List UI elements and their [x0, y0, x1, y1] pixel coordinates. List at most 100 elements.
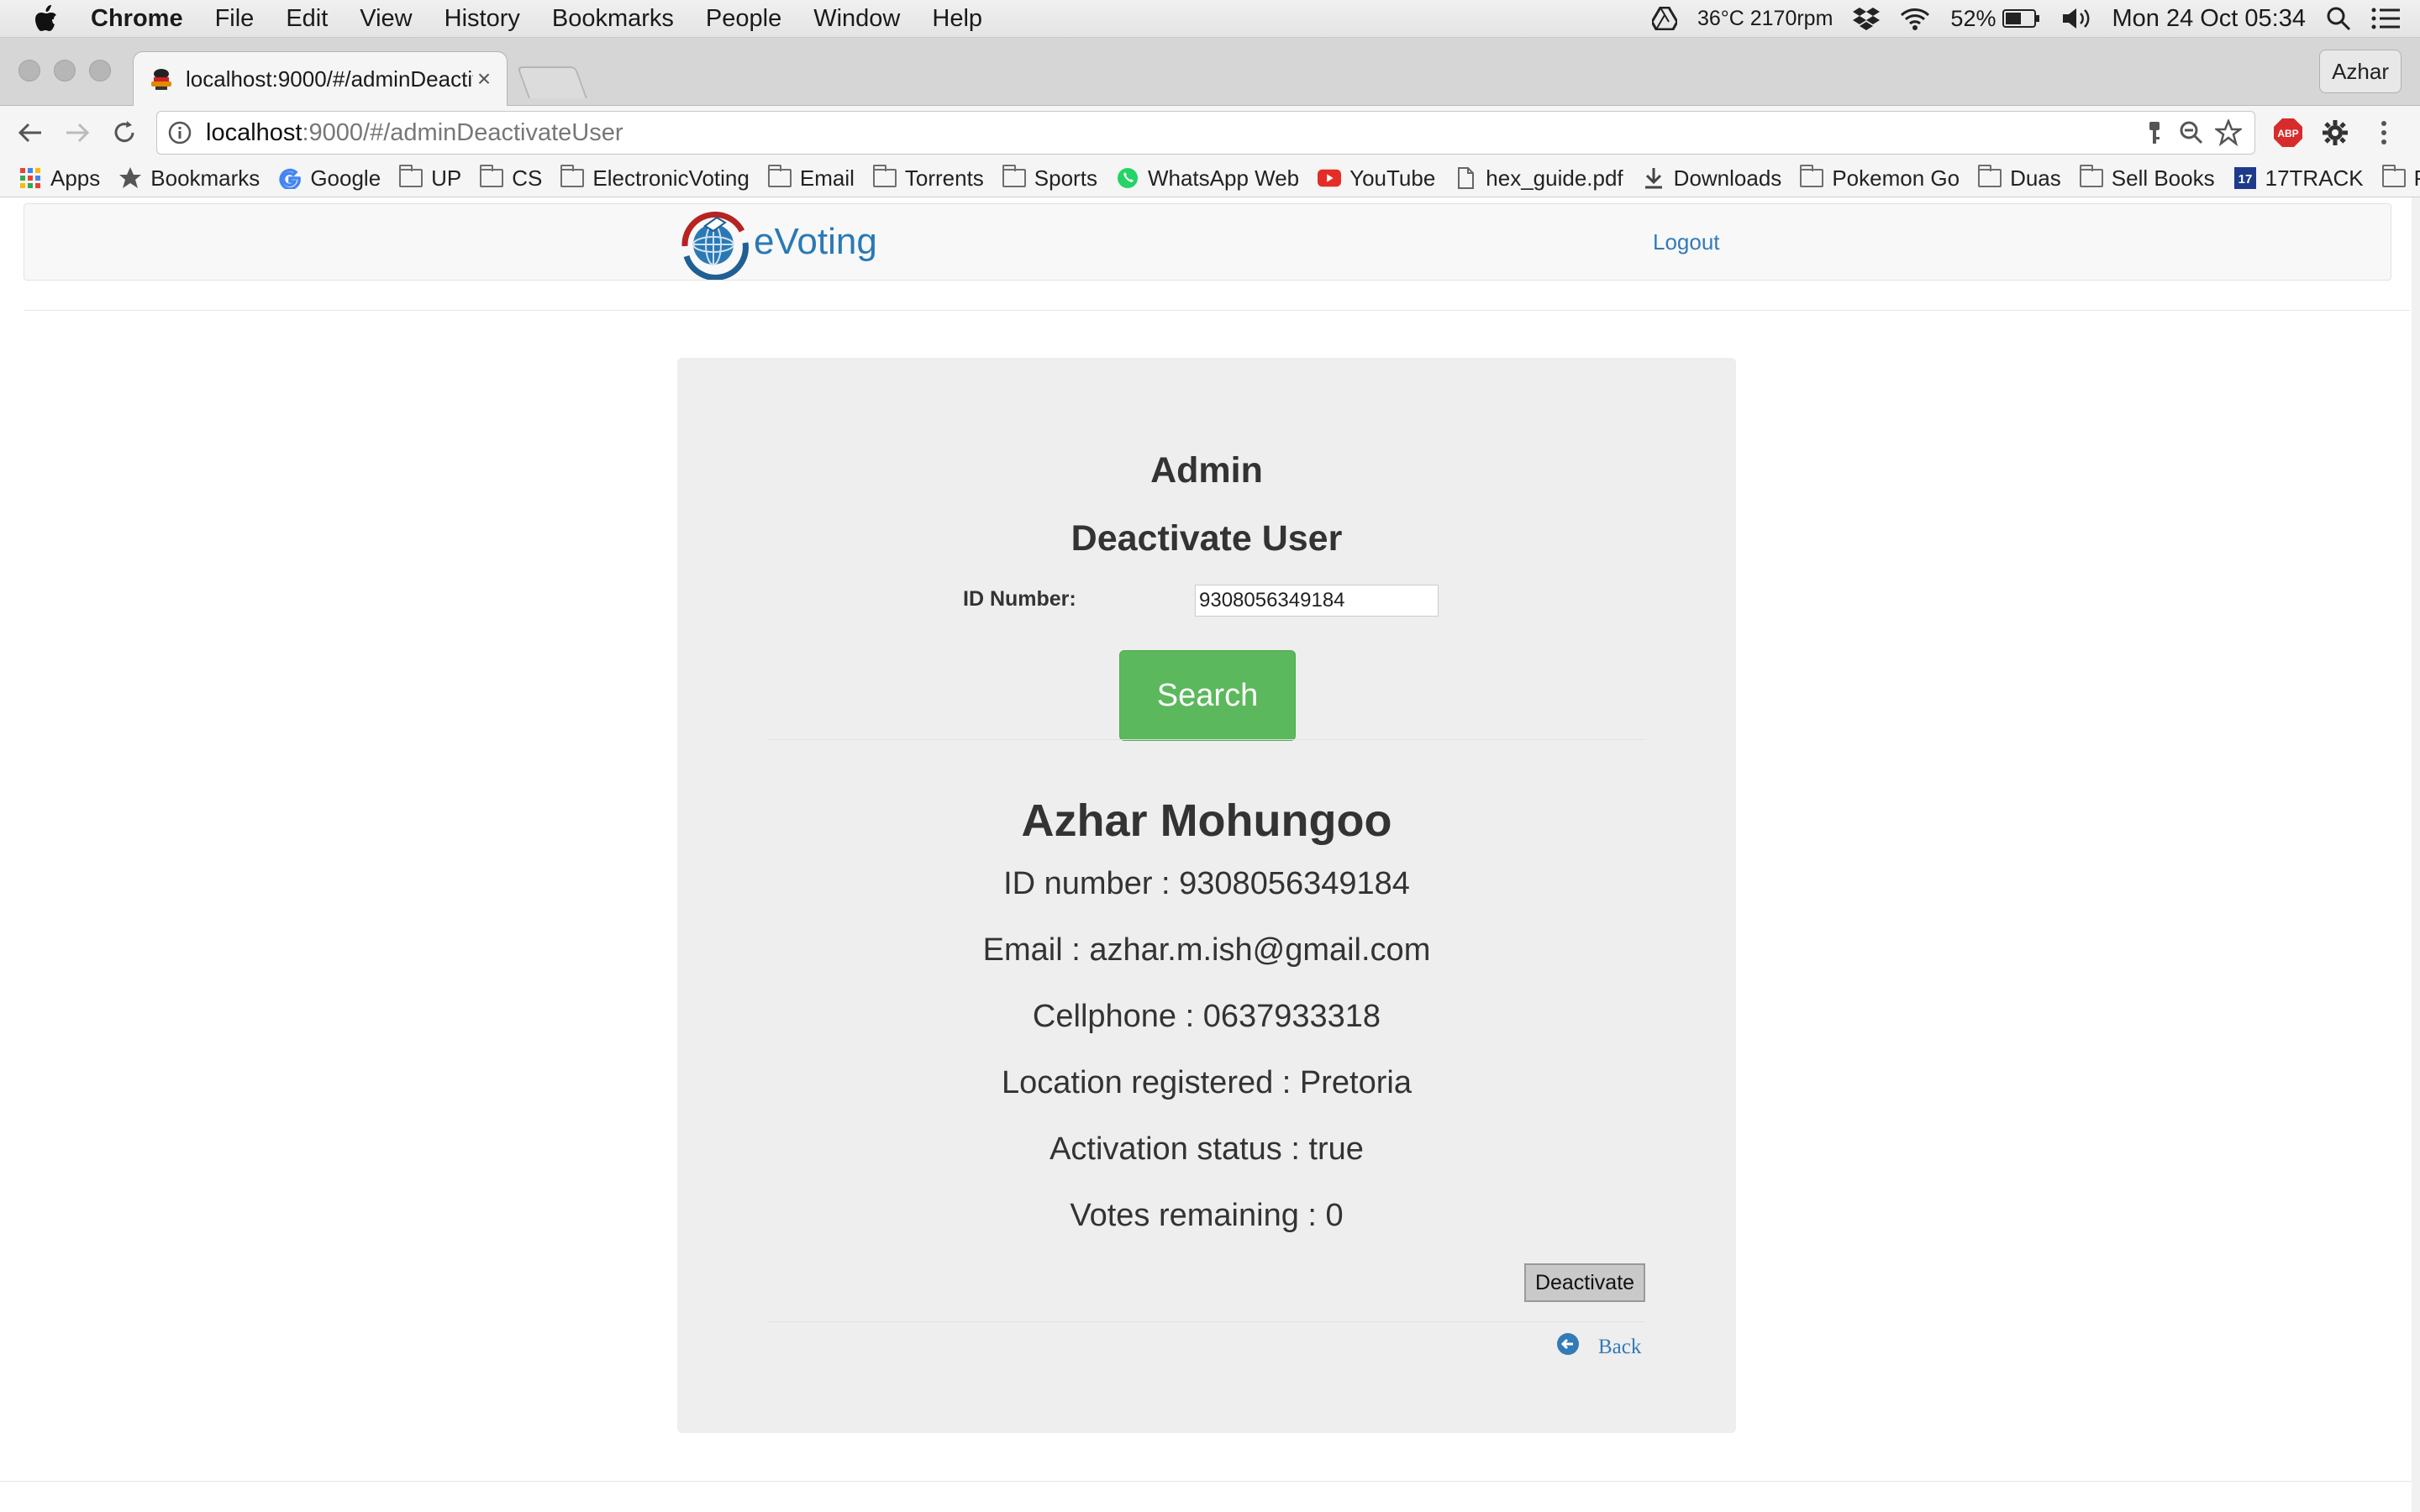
- divider: [768, 1321, 1645, 1322]
- bookmark-hex-guide-pdf[interactable]: hex_guide.pdf: [1454, 165, 1623, 192]
- bookmark-label: Pokemon Go: [1832, 165, 1960, 191]
- search-button[interactable]: Search: [1119, 650, 1296, 741]
- battery-percent[interactable]: 52%: [1950, 6, 1996, 32]
- minimize-window-button[interactable]: [54, 60, 76, 81]
- bookmark-folder-cs[interactable]: CS: [480, 165, 542, 192]
- menu-history[interactable]: History: [445, 5, 520, 33]
- bookmark-downloads[interactable]: Downloads: [1642, 165, 1781, 192]
- apple-icon[interactable]: [32, 3, 60, 34]
- menu-window[interactable]: Window: [813, 5, 900, 33]
- bookmark-folder-duas[interactable]: Duas: [1978, 165, 2061, 192]
- volume-icon[interactable]: [2061, 7, 2091, 30]
- user-id-number: ID number : 9308056349184: [1003, 866, 1410, 901]
- bookmark-apps[interactable]: Apps: [18, 165, 100, 192]
- bookmark-folder-sports[interactable]: Sports: [1002, 165, 1097, 192]
- menu-chrome[interactable]: Chrome: [91, 5, 183, 33]
- logout-link[interactable]: Logout: [1653, 229, 1720, 255]
- site-info-icon[interactable]: [167, 120, 192, 145]
- bookmark-star-icon[interactable]: [2214, 118, 2243, 147]
- menu-help[interactable]: Help: [932, 5, 982, 33]
- page-subtitle: Deactivate User: [1071, 518, 1343, 559]
- spotlight-search-icon[interactable]: [2326, 6, 2351, 31]
- evoting-logo[interactable]: eVoting: [675, 204, 877, 280]
- bookmark-17track[interactable]: 17 17TRACK: [2233, 165, 2364, 192]
- user-name: Azhar Mohungoo: [1021, 795, 1392, 846]
- bookmark-label: WhatsApp Web: [1147, 165, 1300, 191]
- bookmark-google[interactable]: Google: [278, 165, 381, 192]
- zoom-window-button[interactable]: [89, 60, 111, 81]
- bookmark-folder-electronicvoting[interactable]: ElectronicVoting: [560, 165, 750, 192]
- dropbox-icon[interactable]: [1853, 6, 1881, 31]
- bookmark-label: Apps: [50, 165, 101, 191]
- folder-icon: [2079, 165, 2103, 187]
- bookmark-label: YouTube: [1349, 165, 1436, 191]
- new-tab-button[interactable]: [517, 66, 587, 98]
- user-activation-status: Activation status : true: [1050, 1131, 1364, 1167]
- bookmark-youtube[interactable]: YouTube: [1318, 165, 1435, 192]
- deactivate-user-panel: Admin Deactivate User ID Number: Search …: [677, 358, 1736, 1433]
- tab-admin-deactivate-user[interactable]: localhost:9000/#/adminDeactivateUser ×: [133, 51, 508, 106]
- menu-view[interactable]: View: [360, 5, 412, 33]
- menu-file[interactable]: File: [215, 5, 255, 33]
- profile-button[interactable]: Azhar: [2319, 50, 2402, 93]
- 17track-icon: 17: [2233, 167, 2257, 189]
- id-number-label: ID Number:: [963, 587, 1076, 611]
- bookmark-label: Google: [310, 165, 381, 191]
- bookmark-folder-up[interactable]: UP: [399, 165, 461, 192]
- key-icon[interactable]: [2140, 118, 2169, 147]
- bookmark-folder-pi[interactable]: Pi: [2381, 165, 2420, 192]
- globe-ballot-icon: [681, 211, 749, 280]
- id-number-input[interactable]: [1195, 585, 1439, 617]
- back-circle-arrow-icon: [1557, 1333, 1579, 1355]
- bookmark-label: Bookmarks: [150, 165, 260, 191]
- bookmark-label: Duas: [2010, 165, 2061, 191]
- divider: [768, 739, 1645, 740]
- drive-icon[interactable]: [1651, 7, 1677, 30]
- user-votes-remaining: Votes remaining : 0: [1070, 1198, 1344, 1233]
- tab-strip: localhost:9000/#/adminDeactivateUser × A…: [0, 38, 2420, 106]
- close-window-button[interactable]: [18, 60, 40, 81]
- user-location: Location registered : Pretoria: [1002, 1065, 1412, 1100]
- bookmark-folder-pokemon-go[interactable]: Pokemon Go: [1800, 165, 1960, 192]
- tab-title: localhost:9000/#/adminDeactivateUser: [186, 66, 473, 92]
- back-link-label: Back: [1598, 1336, 1642, 1358]
- bookmark-bookmarks[interactable]: Bookmarks: [118, 165, 260, 192]
- temperature-fan-status[interactable]: 36°C 2170rpm: [1697, 7, 1833, 31]
- google-icon: [278, 167, 302, 189]
- zoom-icon[interactable]: [2177, 118, 2206, 147]
- back-arrow-icon[interactable]: [13, 116, 47, 150]
- svg-text:17: 17: [2238, 172, 2252, 186]
- tab-close-icon[interactable]: ×: [473, 66, 495, 92]
- reload-icon[interactable]: [108, 116, 141, 150]
- back-link[interactable]: Back: [1556, 1329, 1641, 1359]
- adblock-icon[interactable]: ABP: [2272, 117, 2304, 149]
- svg-text:ABP: ABP: [2277, 128, 2298, 139]
- bookmark-whatsapp-web[interactable]: WhatsApp Web: [1116, 165, 1299, 192]
- menu-edit[interactable]: Edit: [286, 5, 328, 33]
- wifi-icon[interactable]: [1900, 7, 1930, 30]
- page-scrollbar[interactable]: [2412, 197, 2420, 1512]
- notification-center-icon[interactable]: [2371, 7, 2400, 30]
- bookmark-label: CS: [512, 165, 543, 191]
- deactivate-button[interactable]: Deactivate: [1524, 1263, 1645, 1302]
- settings-gear-icon[interactable]: [2319, 117, 2351, 149]
- divider: [24, 310, 2410, 311]
- brand-text: eVoting: [754, 221, 877, 262]
- folder-icon: [480, 165, 504, 187]
- document-icon: [1454, 167, 1477, 189]
- macos-menubar: Chrome File Edit View History Bookmarks …: [0, 0, 2420, 38]
- bookmark-folder-email[interactable]: Email: [767, 165, 855, 192]
- menu-people[interactable]: People: [706, 5, 781, 33]
- menu-bookmarks[interactable]: Bookmarks: [552, 5, 674, 33]
- page-title: Admin: [1150, 450, 1263, 491]
- user-cellphone: Cellphone : 0637933318: [1032, 999, 1381, 1034]
- address-bar[interactable]: localhost:9000/#/adminDeactivateUser: [156, 111, 2255, 155]
- bookmark-folder-torrents[interactable]: Torrents: [872, 165, 984, 192]
- clock[interactable]: Mon 24 Oct 05:34: [2112, 5, 2306, 33]
- folder-icon: [767, 165, 792, 187]
- battery-icon[interactable]: [2002, 8, 2041, 29]
- url-host: localhost: [206, 118, 302, 146]
- chrome-menu-icon[interactable]: [2368, 117, 2400, 149]
- forward-arrow-icon[interactable]: [60, 116, 94, 150]
- bookmark-folder-sell-books[interactable]: Sell Books: [2079, 165, 2215, 192]
